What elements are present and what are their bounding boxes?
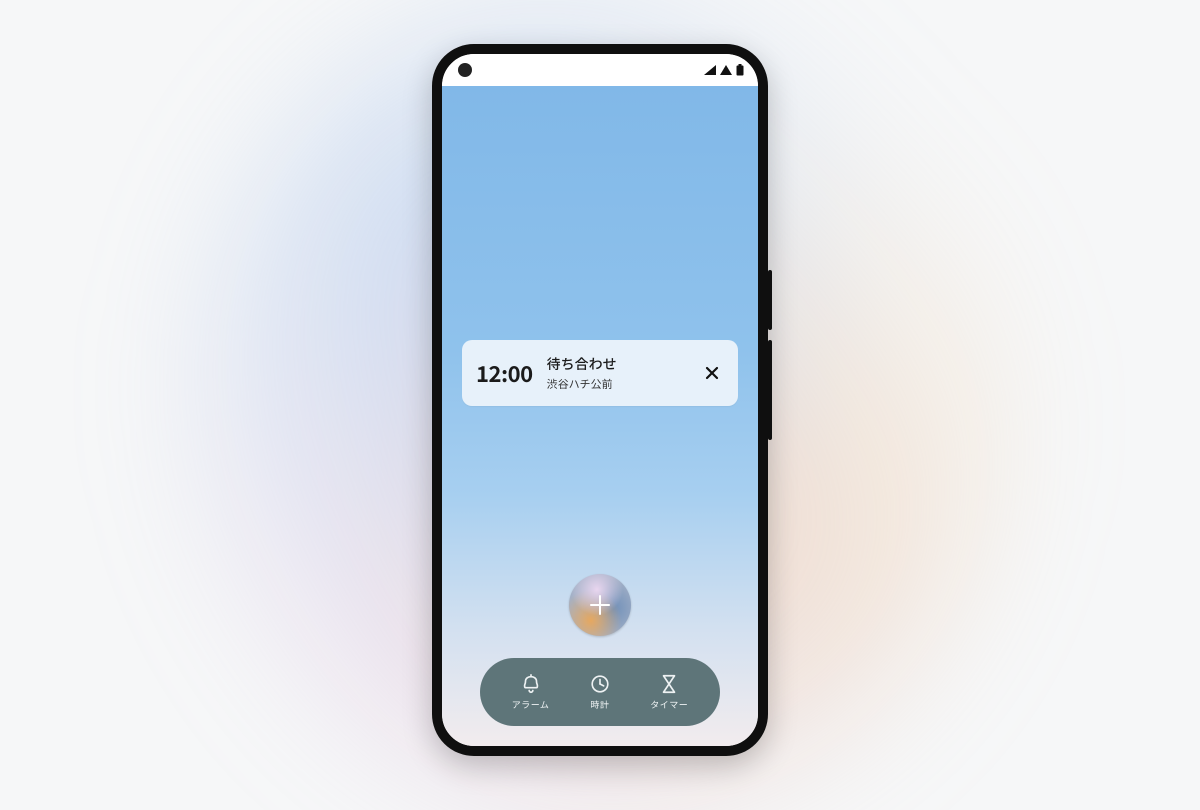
bottom-nav: アラーム 時計 タイマー <box>480 658 720 726</box>
nav-timer[interactable]: タイマー <box>650 673 688 711</box>
add-button[interactable] <box>569 574 631 636</box>
phone-power-button <box>768 270 772 330</box>
nav-clock[interactable]: 時計 <box>589 673 611 711</box>
clock-icon <box>589 673 611 695</box>
dismiss-button[interactable] <box>700 361 724 385</box>
phone-frame: 12:00 待ち合わせ 渋谷ハチ公前 <box>432 44 768 756</box>
app-background: 12:00 待ち合わせ 渋谷ハチ公前 <box>442 86 758 746</box>
wifi-icon <box>720 65 732 75</box>
bell-icon <box>520 673 542 695</box>
nav-alarm[interactable]: アラーム <box>512 673 550 711</box>
nav-alarm-label: アラーム <box>512 698 550 711</box>
alarm-card[interactable]: 12:00 待ち合わせ 渋谷ハチ公前 <box>462 340 738 406</box>
close-icon <box>704 365 720 381</box>
alarm-time: 12:00 <box>476 357 533 389</box>
status-bar <box>442 54 758 86</box>
signal-icon <box>704 65 716 75</box>
alarm-title: 待ち合わせ <box>547 354 686 374</box>
hourglass-icon <box>658 673 680 695</box>
battery-icon <box>736 64 744 76</box>
nav-clock-label: 時計 <box>590 698 609 711</box>
phone-volume-button <box>768 340 772 440</box>
alarm-location: 渋谷ハチ公前 <box>547 376 686 392</box>
plus-icon <box>587 592 613 618</box>
nav-timer-label: タイマー <box>650 698 688 711</box>
front-camera <box>458 63 472 77</box>
